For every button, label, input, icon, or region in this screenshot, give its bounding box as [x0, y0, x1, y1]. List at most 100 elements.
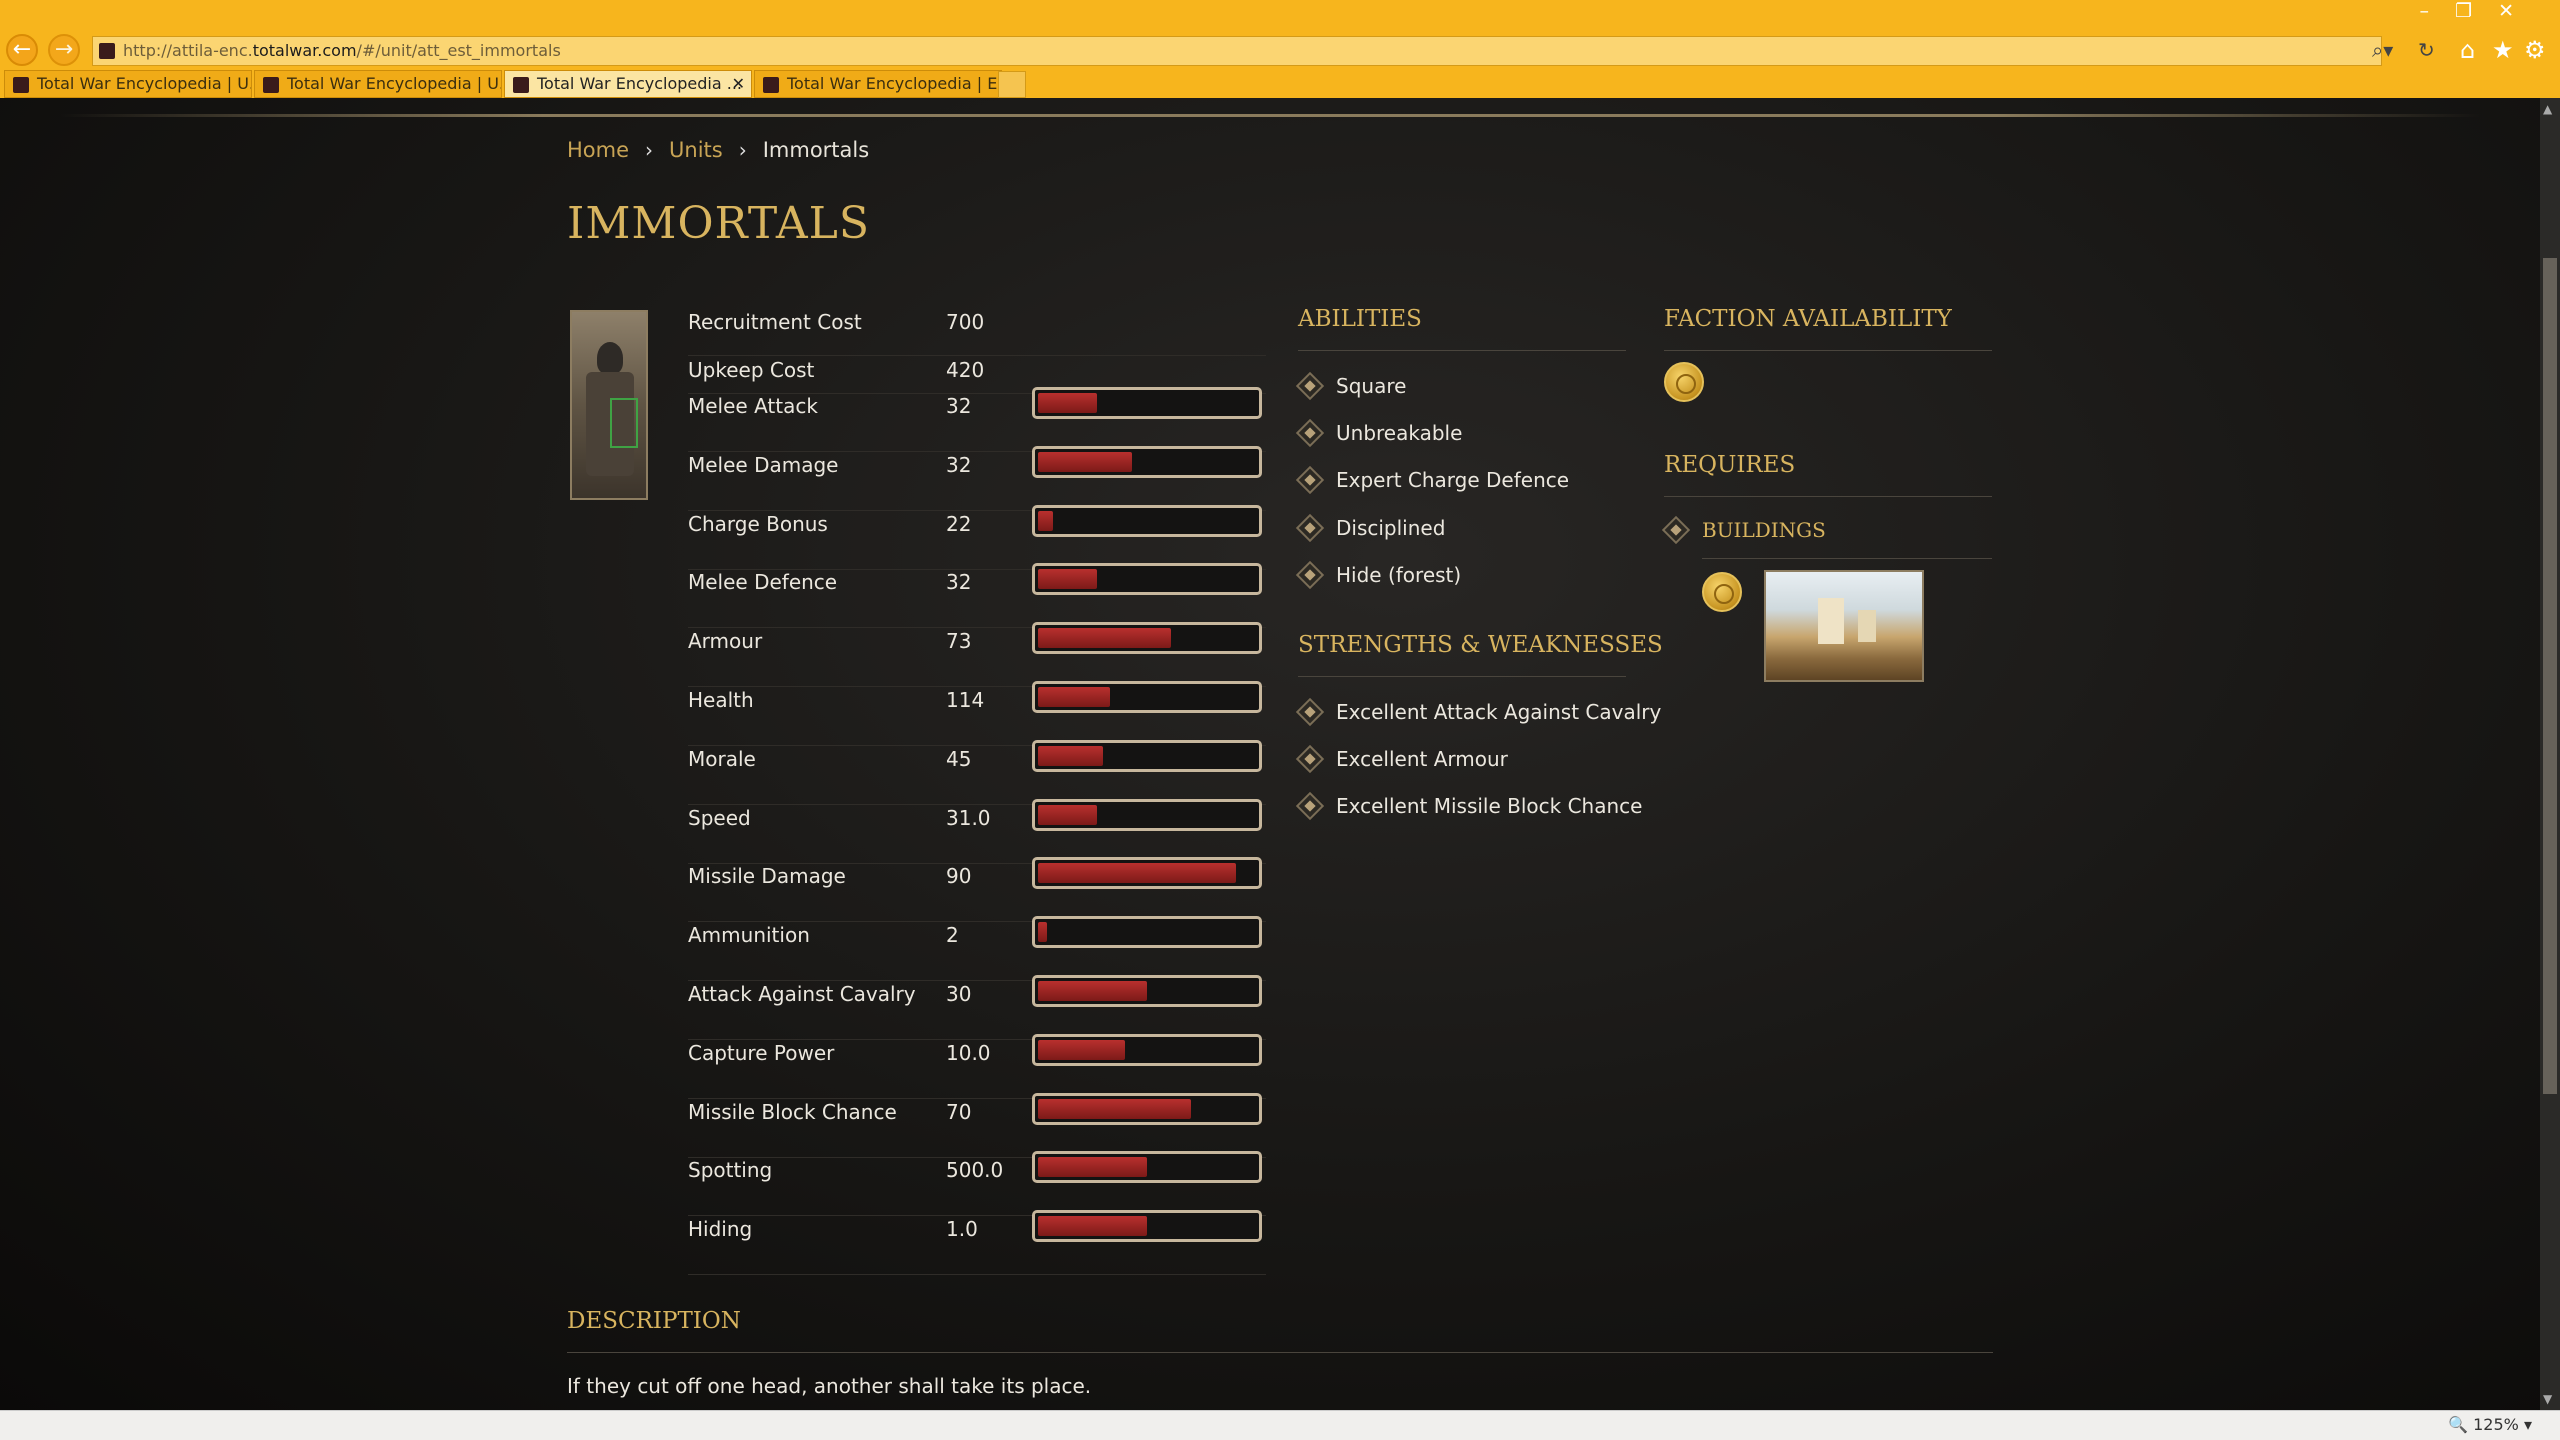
status-bar: 🔍 125% ▾	[0, 1410, 2560, 1440]
close-tab-icon[interactable]: ✕	[732, 71, 745, 97]
requires-divider	[1664, 496, 1992, 497]
scrollbar[interactable]: ▲ ▼	[2540, 98, 2560, 1410]
faction-coin-icon[interactable]	[1664, 362, 1704, 402]
building-faction-coin-icon[interactable]	[1702, 572, 1742, 612]
stat-row: Ammunition 2	[688, 916, 1266, 982]
stat-bar-fill	[1038, 922, 1047, 943]
breadcrumb-home-link[interactable]: Home	[567, 138, 629, 162]
stat-label: Melee Damage	[688, 452, 839, 477]
ability-item[interactable]: Expert Charge Defence	[1295, 466, 1569, 495]
zoom-icon: 🔍	[2448, 1415, 2469, 1434]
stat-label: Hiding	[688, 1217, 753, 1242]
diamond-bullet-icon	[1661, 515, 1691, 545]
stat-bar-fill	[1038, 981, 1147, 1001]
stat-bar	[1032, 387, 1262, 419]
zoom-level[interactable]: 🔍 125% ▾	[2448, 1415, 2532, 1434]
upkeep-cost-label: Upkeep Cost	[688, 358, 815, 382]
forward-icon[interactable]: →	[48, 34, 80, 66]
diamond-bullet-icon	[1295, 371, 1325, 401]
favorites-star-icon[interactable]: ★	[2492, 34, 2514, 66]
stat-label: Morale	[688, 746, 756, 771]
buildings-divider	[1702, 558, 1992, 559]
ability-item[interactable]: Unbreakable	[1295, 419, 1463, 448]
strength-item[interactable]: Excellent Missile Block Chance	[1295, 792, 1642, 821]
stat-row: Missile Damage 90	[688, 857, 1266, 923]
stat-bar	[1032, 445, 1262, 478]
tab-favicon-icon	[13, 77, 29, 93]
scroll-down-icon[interactable]: ▼	[2543, 1392, 2552, 1406]
tab-label: Total War Encyclopedia | U...	[287, 74, 502, 93]
breadcrumb-units-link[interactable]: Units	[669, 138, 723, 162]
required-building-image[interactable]	[1764, 570, 1924, 682]
diamond-bullet-icon	[1295, 792, 1325, 821]
stat-label: Charge Bonus	[688, 511, 828, 536]
address-row: ← → http://attila-enc.totalwar.com/#/uni…	[0, 30, 2560, 72]
abilities-divider	[1298, 350, 1626, 351]
stat-bar	[1032, 1151, 1262, 1184]
stat-value: 32	[946, 394, 972, 418]
ability-item[interactable]: Square	[1295, 371, 1406, 401]
stat-bar-fill	[1038, 687, 1110, 707]
stat-value: 32	[946, 570, 972, 595]
breadcrumb: Home › Units › Immortals	[567, 138, 869, 162]
ability-item-label: Disciplined	[1336, 515, 1446, 540]
stat-bar	[1032, 975, 1262, 1007]
stat-bar-fill	[1038, 1098, 1191, 1119]
stat-bar-fill	[1038, 510, 1053, 531]
breadcrumb-current: Immortals	[762, 138, 870, 162]
new-tab-button[interactable]	[998, 71, 1026, 98]
stat-bar-fill	[1038, 1039, 1125, 1060]
tab-3-active[interactable]: Total War Encyclopedia ... ✕	[504, 70, 752, 98]
ability-item[interactable]: Disciplined	[1295, 513, 1446, 542]
address-bar[interactable]: http://attila-enc.totalwar.com/#/unit/at…	[92, 36, 2382, 66]
stat-label: Missile Block Chance	[688, 1099, 897, 1124]
stat-bar-fill	[1038, 393, 1097, 413]
stat-value: 70	[946, 1099, 972, 1124]
window-controls[interactable]: –❐✕	[2420, 0, 2540, 22]
description-divider	[567, 1352, 1993, 1353]
stat-row: Spotting 500.0	[688, 1151, 1266, 1217]
tab-4[interactable]: Total War Encyclopedia | E...	[754, 70, 1002, 98]
diamond-bullet-icon	[1295, 745, 1325, 774]
stat-row: Hiding 1.0	[688, 1210, 1266, 1276]
refresh-icon[interactable]: ↻	[2418, 34, 2435, 66]
stat-bar	[1032, 622, 1262, 655]
strength-item[interactable]: Excellent Armour	[1295, 745, 1508, 774]
recruitment-cost-row: Recruitment Cost 700	[688, 310, 1266, 356]
search-icon[interactable]: ⌕▾	[2372, 34, 2393, 66]
stat-row: Attack Against Cavalry 30	[688, 975, 1266, 1040]
home-icon[interactable]: ⌂	[2460, 34, 2475, 66]
stat-row: Capture Power 10.0	[688, 1033, 1266, 1099]
tab-label: Total War Encyclopedia | U...	[37, 74, 252, 93]
stat-bar	[1032, 739, 1262, 772]
stat-bar	[1032, 1033, 1262, 1066]
stat-bar	[1032, 563, 1262, 596]
stat-value: 22	[946, 511, 972, 536]
stat-bar	[1032, 857, 1262, 890]
stat-bar-fill	[1038, 804, 1097, 825]
scrollbar-thumb[interactable]	[2543, 258, 2557, 1094]
faction-availability-heading: FACTION AVAILABILITY	[1664, 306, 1952, 332]
stat-value: 30	[946, 982, 972, 1006]
tab-favicon-icon	[513, 77, 529, 93]
stat-bar	[1032, 916, 1262, 949]
stat-label: Armour	[688, 629, 763, 654]
strength-item[interactable]: Excellent Attack Against Cavalry	[1295, 697, 1661, 727]
ability-item-label: Unbreakable	[1336, 421, 1463, 446]
stat-row: Armour 73	[688, 622, 1266, 688]
ability-item[interactable]: Hide (forest)	[1295, 560, 1461, 589]
scroll-up-icon[interactable]: ▲	[2543, 102, 2552, 116]
stat-bar-fill	[1038, 569, 1097, 590]
stat-bar-fill	[1038, 628, 1171, 649]
stat-row: Missile Block Chance 70	[688, 1092, 1266, 1158]
tab-2[interactable]: Total War Encyclopedia | U...	[254, 70, 502, 98]
strength-item-label: Excellent Armour	[1336, 747, 1508, 772]
browser-chrome: –❐✕ ← → http://attila-enc.totalwar.com/#…	[0, 0, 2560, 98]
stat-label: Spotting	[688, 1158, 773, 1183]
stat-bar-fill	[1038, 1216, 1147, 1237]
settings-gear-icon[interactable]: ⚙	[2524, 34, 2546, 66]
stat-value: 500.0	[946, 1158, 1004, 1183]
tab-1[interactable]: Total War Encyclopedia | U...	[4, 70, 252, 98]
recruitment-cost-label: Recruitment Cost	[688, 310, 862, 334]
back-icon[interactable]: ←	[6, 34, 38, 66]
